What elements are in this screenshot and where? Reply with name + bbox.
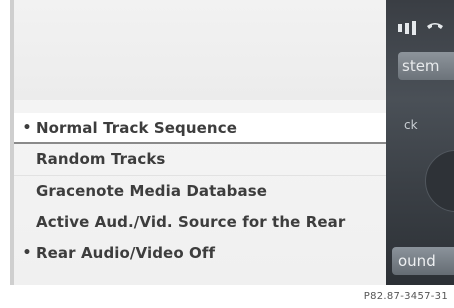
menu-header-area — [14, 0, 386, 100]
menu-list: • Normal Track Sequence Random Tracks Gr… — [14, 113, 386, 269]
menu-item-label: Rear Audio/Video Off — [36, 244, 216, 262]
active-bullet-icon: • — [22, 120, 32, 136]
status-bar — [398, 18, 454, 38]
phone-icon — [427, 23, 443, 29]
active-bullet-icon: • — [22, 245, 32, 261]
menu-item-rear-audio-video-off[interactable]: • Rear Audio/Video Off — [14, 238, 386, 269]
menu-item-gracenote-media-database[interactable]: Gracenote Media Database — [14, 175, 386, 207]
menu-item-normal-track-sequence[interactable]: • Normal Track Sequence — [14, 113, 386, 144]
menu-item-label: Gracenote Media Database — [36, 182, 267, 200]
background-menu-item: stem — [398, 52, 454, 80]
options-menu: • Normal Track Sequence Random Tracks Gr… — [10, 0, 386, 285]
signal-icon — [398, 24, 402, 32]
background-menu-item: ound — [392, 247, 454, 275]
background-text: ck — [404, 118, 418, 132]
image-reference-code: P82.87-3457-31 — [363, 291, 448, 302]
signal-icon — [412, 21, 416, 35]
menu-item-random-tracks[interactable]: Random Tracks — [14, 144, 386, 175]
signal-icon — [405, 22, 409, 34]
menu-item-active-source-rear[interactable]: Active Aud./Vid. Source for the Rear — [14, 207, 386, 238]
menu-item-label: Active Aud./Vid. Source for the Rear — [36, 213, 346, 231]
menu-item-label: Random Tracks — [36, 150, 166, 168]
underlying-screen — [378, 0, 454, 285]
display-screen: stem ck ound • Normal Track Sequence Ran… — [0, 0, 454, 285]
menu-item-label: Normal Track Sequence — [36, 119, 237, 137]
